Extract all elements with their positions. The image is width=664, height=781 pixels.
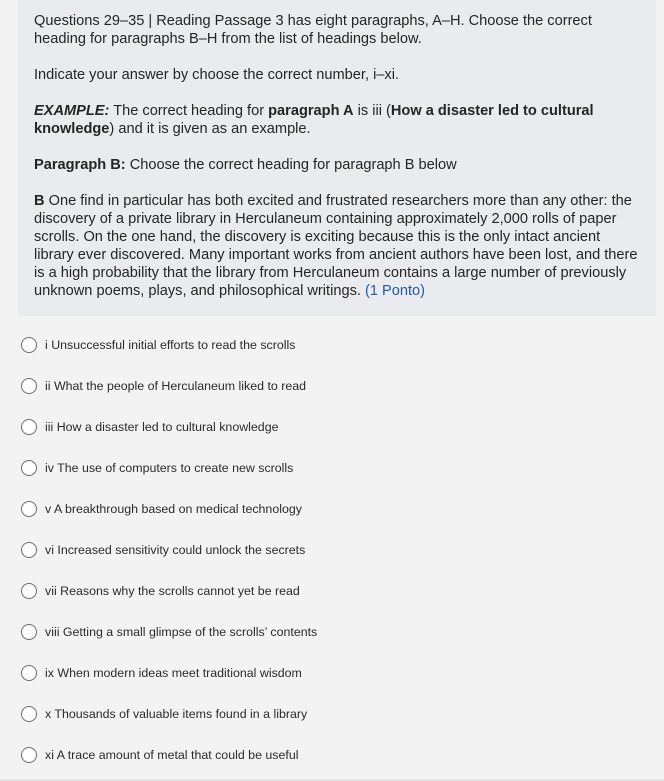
option-v[interactable]: v A breakthrough based on medical techno… (18, 488, 638, 529)
option-viii[interactable]: viii Getting a small glimpse of the scro… (18, 611, 638, 652)
option-xi[interactable]: xi A trace amount of metal that could be… (18, 734, 638, 775)
paragraph-prompt: Paragraph B: Choose the correct heading … (34, 156, 640, 174)
option-label: vi Increased sensitivity could unlock th… (45, 542, 306, 557)
passage-letter: B (34, 193, 45, 209)
option-label: iii How a disaster led to cultural knowl… (45, 419, 279, 434)
example-text-part-2: is iii ( (353, 103, 391, 119)
radio-button[interactable] (21, 664, 37, 681)
option-label: i Unsuccessful initial efforts to read t… (45, 337, 296, 352)
radio-button[interactable] (21, 623, 37, 640)
example-paragraph-ref: paragraph A (268, 103, 354, 119)
option-label: x Thousands of valuable items found in a… (45, 706, 308, 721)
option-label: v A breakthrough based on medical techno… (45, 501, 302, 516)
example-text-part-1: The correct heading for (109, 103, 269, 119)
passage-body: One find in particular has both excited … (34, 193, 638, 299)
radio-button[interactable] (21, 377, 37, 394)
radio-button[interactable] (21, 541, 37, 558)
option-label: xi A trace amount of metal that could be… (45, 747, 299, 762)
radio-button[interactable] (21, 500, 37, 517)
option-vii[interactable]: vii Reasons why the scrolls cannot yet b… (18, 570, 638, 611)
option-label: iv The use of computers to create new sc… (45, 460, 294, 475)
radio-button[interactable] (21, 418, 37, 435)
points-badge: (1 Ponto) (364, 283, 426, 299)
option-iv[interactable]: iv The use of computers to create new sc… (18, 447, 638, 488)
option-label: ii What the people of Herculaneum liked … (45, 378, 307, 393)
example-text: EXAMPLE: The correct heading for paragra… (34, 102, 640, 138)
answer-options: i Unsuccessful initial efforts to read t… (18, 324, 638, 775)
radio-button[interactable] (21, 582, 37, 599)
option-ii[interactable]: ii What the people of Herculaneum liked … (18, 365, 638, 406)
paragraph-prompt-text: Choose the correct heading for paragraph… (125, 157, 457, 173)
option-label: viii Getting a small glimpse of the scro… (45, 624, 318, 639)
radio-button[interactable] (21, 459, 37, 476)
option-label: vii Reasons why the scrolls cannot yet b… (45, 583, 300, 598)
radio-button[interactable] (21, 336, 37, 353)
question-title: Questions 29–35 | Reading Passage 3 has … (34, 13, 592, 47)
option-ix[interactable]: ix When modern ideas meet traditional wi… (18, 652, 638, 693)
example-text-part-3: ) and it is given as an example. (109, 121, 311, 137)
passage-text: B One find in particular has both excite… (34, 192, 640, 300)
option-label: ix When modern ideas meet traditional wi… (45, 665, 302, 680)
option-x[interactable]: x Thousands of valuable items found in a… (18, 693, 638, 734)
question-instruction: Indicate your answer by choose the corre… (34, 67, 400, 83)
radio-button[interactable] (21, 746, 37, 763)
example-label: EXAMPLE: (34, 103, 110, 119)
radio-button[interactable] (21, 705, 37, 722)
paragraph-prompt-label: Paragraph B: (34, 157, 126, 173)
option-vi[interactable]: vi Increased sensitivity could unlock th… (18, 529, 638, 570)
question-card: Questions 29–35 | Reading Passage 3 has … (18, 0, 656, 316)
option-iii[interactable]: iii How a disaster led to cultural knowl… (18, 406, 638, 447)
option-i[interactable]: i Unsuccessful initial efforts to read t… (18, 324, 638, 365)
